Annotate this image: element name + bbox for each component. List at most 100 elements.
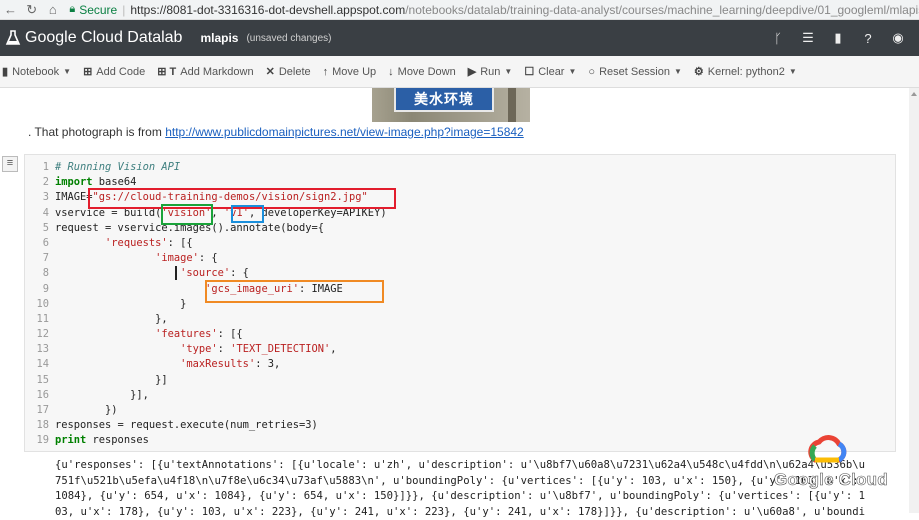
clear-button[interactable]: ☐ Clear ▼ xyxy=(524,65,576,78)
url-path: /notebooks/datalab/training-data-analyst… xyxy=(405,3,919,17)
photo-credit-prefix: . That photograph is from xyxy=(28,125,165,139)
line-number: 13 xyxy=(25,342,53,357)
code-line-1: # Running Vision API xyxy=(55,160,387,175)
code-line-19: print responses xyxy=(55,433,387,448)
line-number: 3 xyxy=(25,190,53,205)
chevron-down-icon: ▼ xyxy=(674,67,682,76)
delete-button[interactable]: ✕ Delete xyxy=(266,65,311,78)
list-icon[interactable]: ☰ xyxy=(793,30,823,46)
notebook-toolbar: ▮ Notebook ▼ ⊞ Add Code ⊞ T Add Markdown… xyxy=(0,56,919,88)
run-button[interactable]: ▶ Run ▼ xyxy=(468,65,513,78)
code-comment: # Running Vision API xyxy=(55,161,180,173)
line-number: 18 xyxy=(25,418,53,433)
code-text: IMAGE= xyxy=(55,191,93,203)
reload-icon[interactable]: ↻ xyxy=(21,2,42,18)
kernel-label: Kernel: python2 xyxy=(708,66,785,78)
code-line-5: request = vservice.images().annotate(bod… xyxy=(55,221,387,236)
add-code-button[interactable]: ⊞ Add Code xyxy=(83,65,145,78)
code-text: : xyxy=(218,343,231,355)
browser-url-bar: ← ↻ ⌂ 🔒︎ Secure | https://8081-dot-33163… xyxy=(0,0,919,20)
output-line: 03, u'x': 178}, {u'y': 103, u'x': 223}, … xyxy=(55,505,905,520)
app-header: Google Cloud Datalab mlapis (unsaved cha… xyxy=(0,20,919,56)
kernel-select[interactable]: ⚙ Kernel: python2 ▼ xyxy=(694,65,797,78)
add-markdown-button[interactable]: ⊞ T Add Markdown xyxy=(157,65,253,78)
photo-credit-text: . That photograph is from http://www.pub… xyxy=(28,125,524,139)
highlight-service-name xyxy=(161,204,213,225)
gear-icon: ⚙ xyxy=(694,65,704,78)
line-number: 14 xyxy=(25,357,53,372)
code-text: : { xyxy=(230,267,249,279)
code-line-12: 'features': [{ xyxy=(55,327,387,342)
reset-session-button[interactable]: ○ Reset Session ▼ xyxy=(588,66,682,78)
add-code-icon: ⊞ xyxy=(83,65,92,78)
line-number: 7 xyxy=(25,251,53,266)
run-label: Run xyxy=(480,66,500,78)
scrollbar[interactable] xyxy=(909,88,919,513)
code-line-6: 'requests': [{ xyxy=(55,236,387,251)
line-number: 15 xyxy=(25,373,53,388)
app-title[interactable]: Google Cloud Datalab xyxy=(25,29,182,47)
notebook-name[interactable]: mlapis xyxy=(200,31,238,45)
arrow-up-icon: ↑ xyxy=(323,66,329,78)
clear-icon: ☐ xyxy=(524,65,534,78)
delete-label: Delete xyxy=(279,66,311,78)
code-text: }, xyxy=(55,313,168,325)
bookmark-icon[interactable]: ▮ xyxy=(823,30,853,46)
watermark-text: Google Cloud xyxy=(774,470,888,490)
code-line-11: }, xyxy=(55,312,387,327)
address-input[interactable]: https://8081-dot-3316316-dot-devshell.ap… xyxy=(130,3,919,17)
line-number: 9 xyxy=(25,282,53,297)
code-text xyxy=(55,328,155,340)
scroll-up-arrow-icon[interactable] xyxy=(911,92,917,96)
photo-source-link[interactable]: http://www.publicdomainpictures.net/view… xyxy=(165,125,524,139)
code-cell[interactable]: 12345678910111213141516171819 # Running … xyxy=(24,154,896,452)
line-number: 11 xyxy=(25,312,53,327)
home-icon[interactable]: ⌂ xyxy=(42,2,63,17)
line-number: 12 xyxy=(25,327,53,342)
url-separator: | xyxy=(122,3,125,17)
move-up-button[interactable]: ↑ Move Up xyxy=(323,66,377,78)
code-text: }) xyxy=(55,404,118,416)
code-text: }] xyxy=(55,374,168,386)
url-host: https://8081-dot-3316316-dot-devshell.ap… xyxy=(130,3,405,17)
code-text: : [{ xyxy=(218,328,243,340)
line-number: 17 xyxy=(25,403,53,418)
add-markdown-icon: ⊞ T xyxy=(157,65,176,78)
sign-photo: 美水环境 xyxy=(372,88,530,122)
code-text: , xyxy=(330,343,336,355)
code-text: responses = request.execute(num_retries=… xyxy=(55,419,318,431)
move-down-label: Move Down xyxy=(398,66,456,78)
code-string: 'type' xyxy=(180,343,218,355)
line-number: 19 xyxy=(25,433,53,448)
line-number: 4 xyxy=(25,206,53,221)
code-text: base64 xyxy=(93,176,137,188)
clear-label: Clear xyxy=(538,66,564,78)
move-down-button[interactable]: ↓ Move Down xyxy=(388,66,456,78)
code-text xyxy=(55,343,180,355)
code-text: : { xyxy=(199,252,218,264)
code-text: responses xyxy=(86,434,149,446)
code-string: 'maxResults' xyxy=(180,358,255,370)
code-text xyxy=(55,267,180,279)
add-code-label: Add Code xyxy=(96,66,145,78)
line-number-gutter: 12345678910111213141516171819 xyxy=(25,160,53,449)
delete-icon: ✕ xyxy=(266,65,275,78)
back-arrow-icon[interactable]: ← xyxy=(0,2,21,17)
code-keyword: print xyxy=(55,434,86,446)
chevron-down-icon: ▼ xyxy=(504,67,512,76)
account-icon[interactable]: ◉ xyxy=(883,30,913,46)
secure-label: Secure xyxy=(79,3,117,17)
line-number: 10 xyxy=(25,297,53,312)
branch-icon[interactable]: ᚴ xyxy=(763,31,793,46)
code-string: 'features' xyxy=(155,328,218,340)
code-line-7: 'image': { xyxy=(55,251,387,266)
cell-menu-icon[interactable]: ≡ xyxy=(2,156,18,172)
reset-session-label: Reset Session xyxy=(599,66,670,78)
google-cloud-watermark: Google Cloud xyxy=(774,432,894,494)
chevron-down-icon: ▼ xyxy=(789,67,797,76)
notebook-menu-button[interactable]: ▮ Notebook ▼ xyxy=(2,65,71,78)
reset-icon: ○ xyxy=(588,66,595,78)
help-icon[interactable]: ? xyxy=(853,31,883,46)
text-cursor xyxy=(175,266,177,280)
arrow-down-icon: ↓ xyxy=(388,66,394,78)
